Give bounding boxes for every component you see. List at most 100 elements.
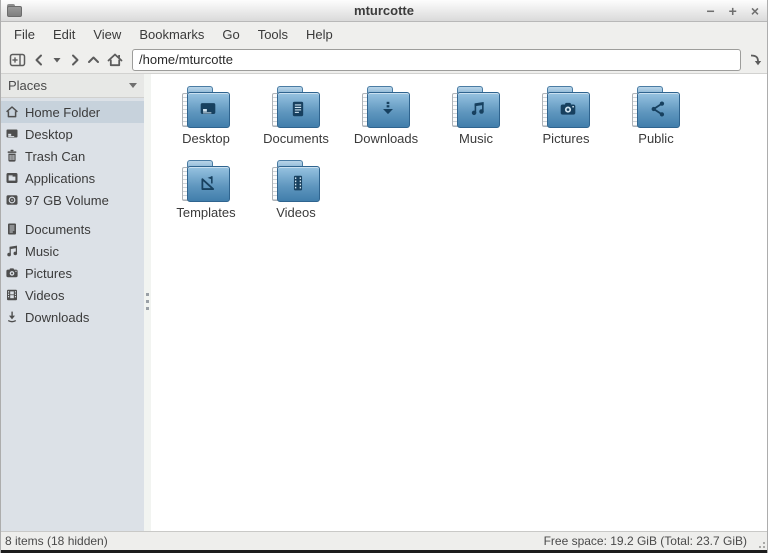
music-emblem-icon — [471, 102, 484, 116]
toolbar — [1, 46, 767, 74]
close-button[interactable]: × — [751, 4, 759, 18]
sidebar-item-downloads[interactable]: Downloads — [1, 306, 144, 328]
music-folder-icon — [452, 86, 500, 128]
sidebar-item-label: Trash Can — [25, 148, 86, 164]
file-item-desktop[interactable]: Desktop — [161, 86, 251, 160]
desktop-folder-icon — [182, 86, 230, 128]
public-folder-icon — [632, 86, 680, 128]
trash-icon — [7, 149, 17, 162]
sidebar-item-trash-can[interactable]: Trash Can — [1, 145, 144, 167]
public-share-emblem-icon — [651, 101, 665, 117]
file-item-documents[interactable]: Documents — [251, 86, 341, 160]
home-button[interactable] — [102, 48, 128, 72]
maximize-button[interactable]: + — [729, 4, 737, 18]
chevron-down-icon — [53, 57, 61, 62]
sidebar-item-pictures[interactable]: Pictures — [1, 262, 144, 284]
window-controls: − + × — [706, 0, 759, 22]
up-button[interactable] — [84, 48, 102, 72]
templates-emblem-icon — [201, 176, 215, 190]
downloads-emblem-icon — [383, 101, 393, 115]
home-icon — [107, 53, 123, 66]
file-label: Templates — [176, 205, 236, 220]
menu-view[interactable]: View — [84, 24, 130, 45]
back-button[interactable] — [30, 48, 48, 72]
folder-view[interactable]: Desktop Documents Downloads Music Pictur… — [151, 74, 767, 531]
menu-file[interactable]: File — [5, 24, 44, 45]
status-bar: 8 items (18 hidden) Free space: 19.2 GiB… — [1, 531, 767, 550]
menu-bookmarks[interactable]: Bookmarks — [130, 24, 213, 45]
file-label: Desktop — [182, 131, 230, 146]
sidebar-item-label: Home Folder — [25, 104, 101, 120]
title-bar[interactable]: mturcotte − + × — [1, 0, 767, 22]
file-label: Downloads — [353, 131, 419, 146]
file-item-videos[interactable]: Videos — [251, 160, 341, 234]
sidebar-item-label: Music — [25, 243, 59, 259]
file-item-downloads[interactable]: Downloads — [341, 86, 431, 160]
file-label: Music — [459, 131, 493, 146]
downloads-folder-icon — [362, 86, 410, 128]
sidebar-item-desktop[interactable]: Desktop — [1, 123, 144, 145]
file-manager-window: mturcotte − + × File Edit View Bookmarks… — [0, 0, 768, 553]
menu-go[interactable]: Go — [213, 24, 248, 45]
music-icon — [7, 245, 18, 257]
sidebar-item-music[interactable]: Music — [1, 240, 144, 262]
sidebar-item-label: Documents — [25, 221, 91, 237]
path-input[interactable] — [132, 48, 741, 71]
sidebar-item-documents[interactable]: Documents — [1, 218, 144, 240]
forward-button[interactable] — [66, 48, 84, 72]
chevron-up-icon — [87, 56, 99, 63]
menu-help[interactable]: Help — [297, 24, 342, 45]
jump-down-arrow-icon — [750, 54, 762, 65]
documents-folder-icon — [272, 86, 320, 128]
file-item-pictures[interactable]: Pictures — [521, 86, 611, 160]
splitter-grip-icon — [146, 292, 149, 314]
item-count-status: 8 items (18 hidden) — [5, 534, 108, 548]
sidebar-item-volume[interactable]: 97 GB Volume — [1, 189, 144, 211]
pictures-emblem-icon — [560, 102, 576, 115]
desktop-emblem-icon — [200, 103, 216, 114]
menu-tools[interactable]: Tools — [249, 24, 297, 45]
file-item-public[interactable]: Public — [611, 86, 701, 160]
back-icon — [35, 54, 42, 65]
sidebar-item-applications[interactable]: Applications — [1, 167, 144, 189]
documents-icon — [8, 223, 16, 235]
file-label: Videos — [276, 205, 316, 220]
sidebar-separator — [1, 211, 144, 218]
home-icon — [6, 106, 18, 118]
downloads-icon — [7, 311, 17, 323]
templates-folder-icon — [182, 160, 230, 202]
sidebar-item-videos[interactable]: Videos — [1, 284, 144, 306]
pictures-folder-icon — [542, 86, 590, 128]
new-tab-icon — [9, 53, 25, 66]
history-dropdown-button[interactable] — [48, 48, 66, 72]
menu-edit[interactable]: Edit — [44, 24, 84, 45]
caret-down-icon — [129, 83, 137, 88]
videos-folder-icon — [272, 160, 320, 202]
file-label: Public — [638, 131, 674, 146]
file-label: Documents — [263, 131, 329, 146]
new-tab-button[interactable] — [4, 48, 30, 72]
desktop-icon — [6, 129, 18, 138]
side-pane-header-label: Places — [8, 78, 48, 93]
resize-grip[interactable] — [755, 538, 765, 548]
minimize-button[interactable]: − — [706, 4, 714, 18]
sidebar-item-label: Applications — [25, 170, 96, 186]
pane-splitter[interactable] — [144, 74, 151, 531]
content-area: Places Home Folder Desktop Trash Can App… — [1, 74, 767, 531]
file-label: Pictures — [542, 131, 590, 146]
places-list: Home Folder Desktop Trash Can Applicatio… — [1, 98, 144, 328]
documents-emblem-icon — [292, 101, 304, 117]
menu-bar: File Edit View Bookmarks Go Tools Help — [1, 22, 767, 46]
sidebar-item-label: 97 GB Volume — [25, 192, 109, 208]
side-pane-mode-selector[interactable]: Places — [1, 74, 144, 98]
file-item-templates[interactable]: Templates — [161, 160, 251, 234]
sidebar-item-home-folder[interactable]: Home Folder — [1, 101, 144, 123]
go-jump-button[interactable] — [746, 48, 764, 72]
window-title: mturcotte — [354, 3, 414, 18]
sidebar-item-label: Downloads — [25, 309, 90, 325]
sidebar-item-label: Desktop — [25, 126, 73, 142]
side-pane: Places Home Folder Desktop Trash Can App… — [1, 74, 144, 531]
volume-icon — [6, 195, 18, 205]
file-item-music[interactable]: Music — [431, 86, 521, 160]
pictures-icon — [6, 268, 18, 278]
